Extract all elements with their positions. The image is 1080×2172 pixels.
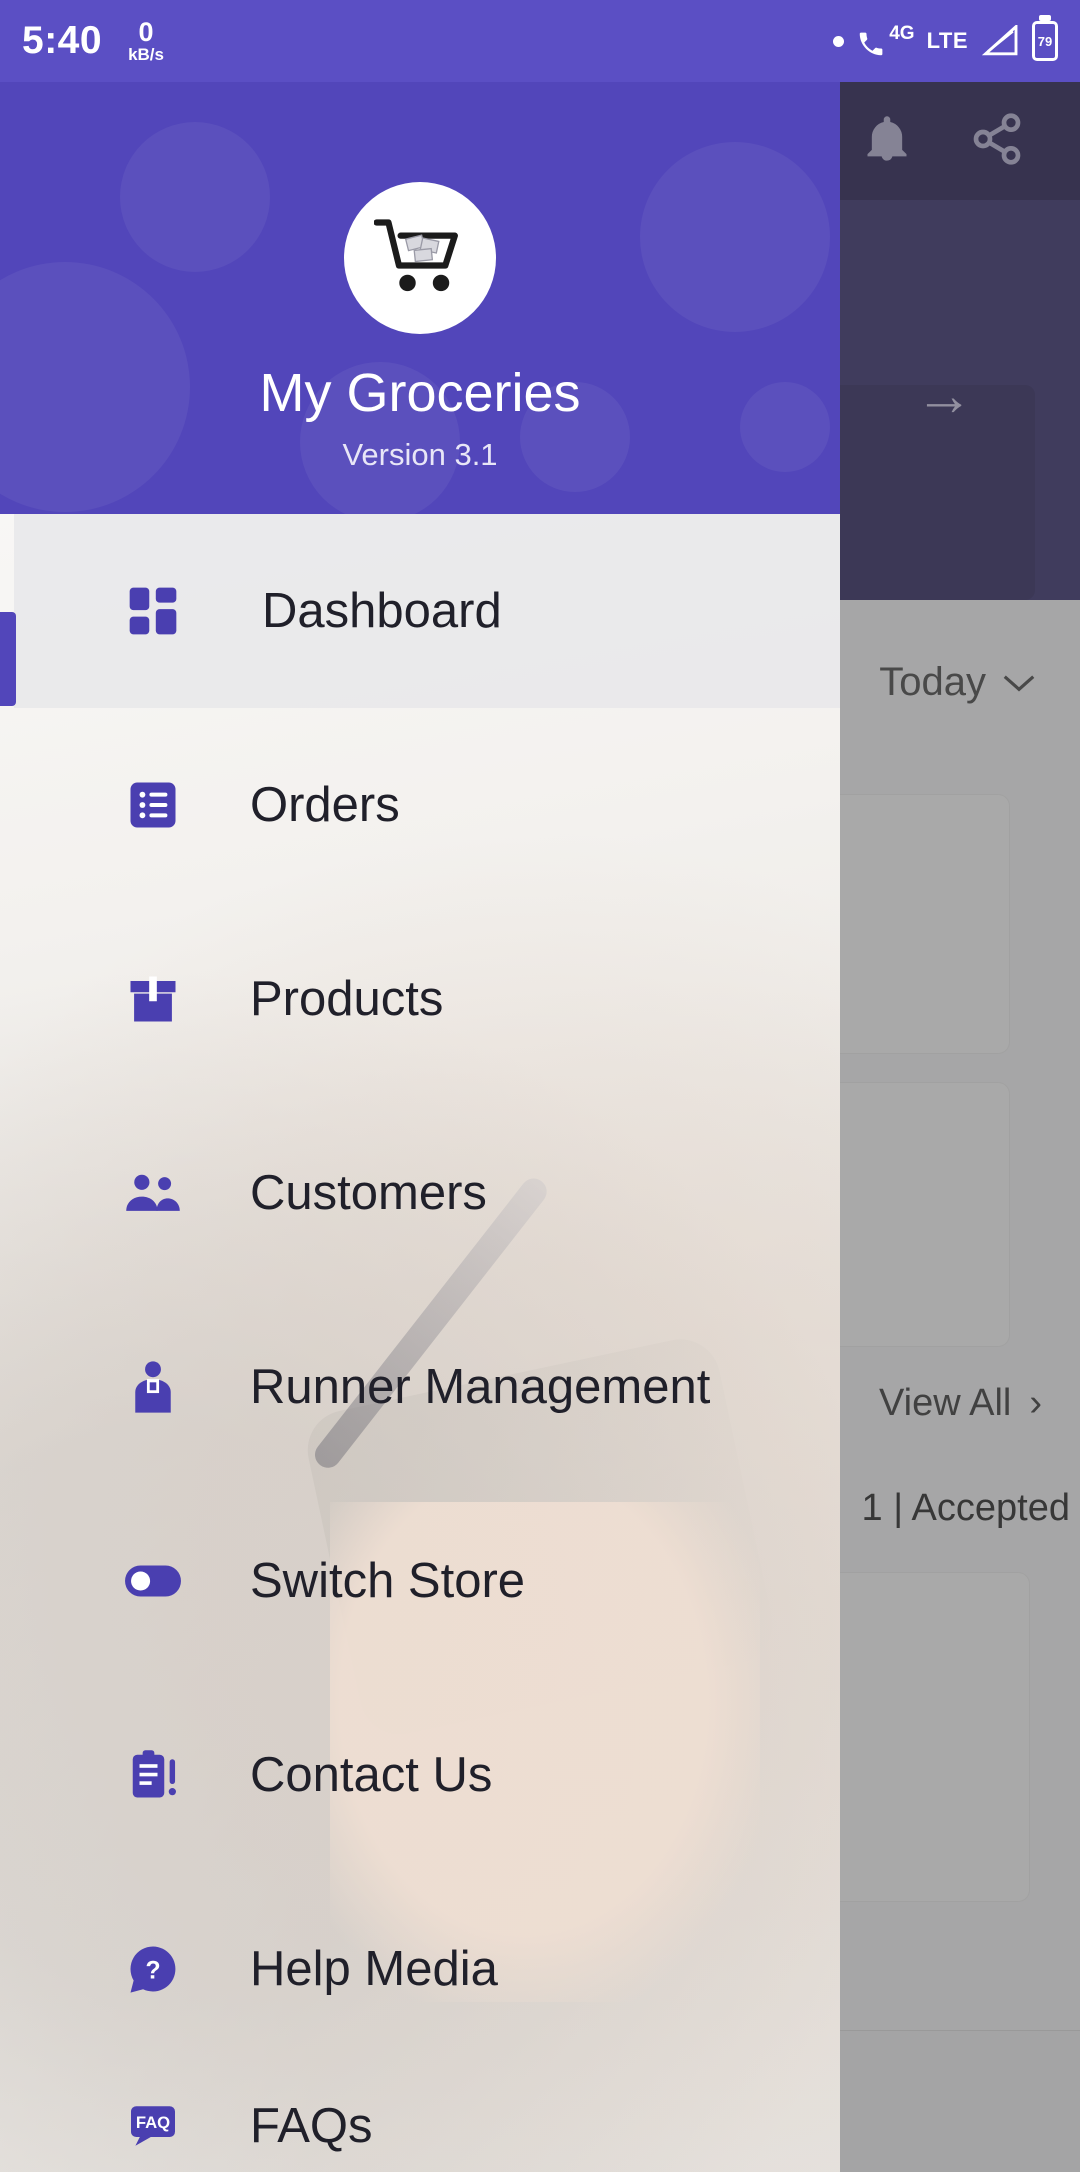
product-box-icon [122, 968, 184, 1030]
customers-people-icon [122, 1162, 184, 1224]
dashboard-grid-icon [122, 580, 184, 642]
faq-icon: FAQ [122, 2095, 184, 2157]
app-logo [344, 182, 496, 334]
contact-clipboard-icon [122, 1744, 184, 1806]
toggle-switch-icon [122, 1550, 184, 1612]
menu-item-dashboard-label: Dashboard [262, 584, 502, 638]
app-name: My Groceries [259, 363, 581, 423]
menu-item-help-media-label: Help Media [250, 1942, 498, 1996]
order-list-icon [122, 774, 184, 836]
signal-group: 4G [856, 22, 915, 59]
menu-item-dashboard[interactable]: Dashboard [14, 514, 840, 708]
drawer-menu: Dashboard Orders Products Customers Runn… [0, 514, 840, 2172]
decorative-bubble [120, 122, 270, 272]
drawer-header: My Groceries Version 3.1 [0, 82, 840, 514]
menu-item-contact-us[interactable]: Contact Us [0, 1678, 840, 1872]
menu-item-customers[interactable]: Customers [0, 1096, 840, 1290]
phone-icon [859, 32, 883, 55]
svg-text:FAQ: FAQ [136, 2113, 170, 2132]
phone-screen: → Today S UCTS View All › 1 | Accepted (… [0, 0, 1080, 2172]
menu-item-faqs[interactable]: FAQ FAQs [0, 2066, 840, 2172]
menu-item-products-label: Products [250, 972, 444, 1026]
status-bar: 5:40 0 kB/s 4G LTE 79 [0, 0, 1080, 82]
menu-item-contact-us-label: Contact Us [250, 1748, 493, 1802]
menu-item-runner-management-label: Runner Management [250, 1360, 711, 1414]
menu-item-help-media[interactable]: ? Help Media [0, 1872, 840, 2066]
menu-item-orders[interactable]: Orders [0, 708, 840, 902]
menu-item-orders-label: Orders [250, 778, 400, 832]
help-question-bubble-icon: ? [122, 1938, 184, 2000]
menu-item-switch-store-label: Switch Store [250, 1554, 526, 1608]
svg-text:?: ? [145, 1957, 160, 1984]
decorative-bubble [640, 142, 830, 332]
navigation-drawer: My Groceries Version 3.1 Dashboard Order… [0, 82, 840, 2172]
menu-item-customers-label: Customers [250, 1166, 487, 1220]
shopping-cart-icon [374, 219, 458, 292]
network-speed-value: 0 [138, 16, 154, 47]
active-item-indicator [0, 612, 16, 706]
menu-item-switch-store[interactable]: Switch Store [0, 1484, 840, 1678]
status-bar-time: 5:40 [22, 19, 103, 62]
menu-item-faqs-label: FAQs [250, 2099, 373, 2153]
battery-icon: 79 [1032, 21, 1058, 61]
runner-person-icon [122, 1356, 184, 1418]
status-dot-icon [833, 35, 845, 47]
status-bar-network-speed: 0 kB/s [128, 16, 164, 64]
menu-item-products[interactable]: Products [0, 902, 840, 1096]
battery-level-label: 79 [1037, 33, 1053, 49]
app-version: Version 3.1 [342, 437, 498, 472]
network-type-label: LTE [926, 28, 968, 53]
network-gen-label: 4G [889, 22, 915, 44]
status-bar-icons: 4G LTE 79 [833, 21, 1058, 61]
network-speed-unit: kB/s [128, 44, 164, 64]
signal-bars-icon [981, 25, 1018, 56]
menu-item-runner-management[interactable]: Runner Management [0, 1290, 840, 1484]
